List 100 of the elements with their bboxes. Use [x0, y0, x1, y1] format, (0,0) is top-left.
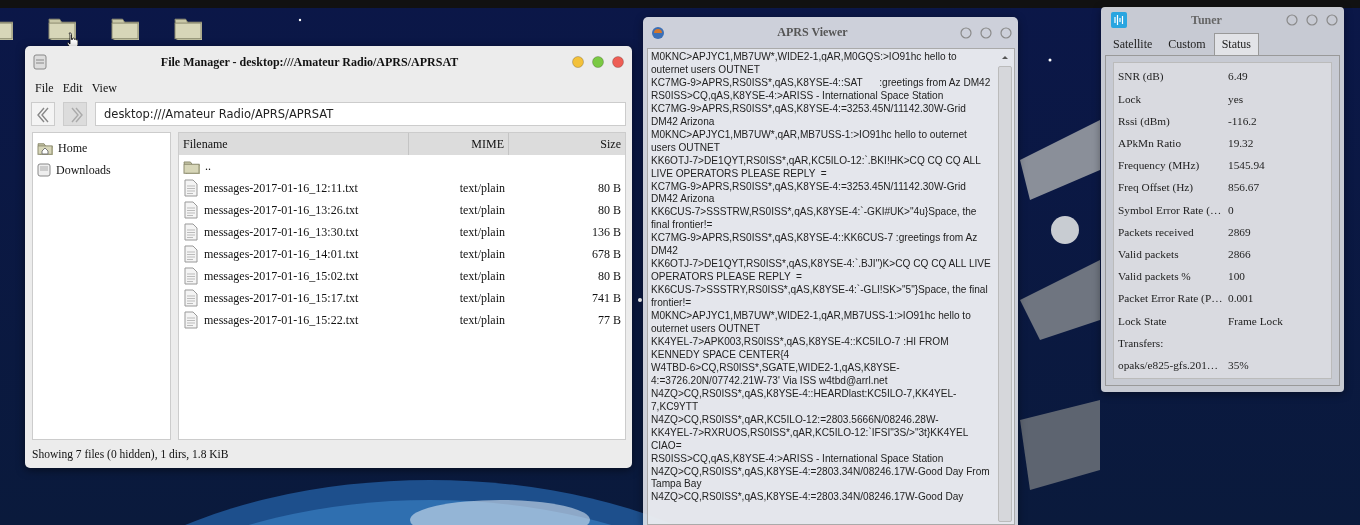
file-icon: [183, 311, 199, 329]
file-icon: [183, 245, 199, 263]
message-line: RS0ISS>CQ,qAS,K8YSE-4:>ARISS - International Space Station: [651, 452, 945, 466]
message-line: KC7MG-9>APRS,RS0ISS*,qAS,K8YSE-4:=3253.45N/11142.30W-Grid DM42 Arizona: [651, 180, 967, 206]
message-line: N4ZQ>CQ,RS0ISS*,qAS,K8YSE-4::HEARDlast:KC5ILO-7,KK4YEL-7,KC9YTT: [651, 387, 958, 414]
mime-type: text/plain: [458, 312, 506, 328]
mime-type: text/plain: [458, 224, 506, 240]
message-line: KK4YEL-7>RXRUOS,RS0ISS*,qAR,KC5ILO-12:`IFSI"3S/>"3t}KK4YEL CIAO=: [651, 426, 970, 453]
field-value: 856.67: [1228, 181, 1261, 194]
menu-item[interactable]: View: [91, 80, 117, 96]
sidebar-item[interactable]: Home: [58, 140, 88, 156]
field-label: APkMn Ratio: [1118, 137, 1183, 150]
mime-type: text/plain: [458, 290, 506, 306]
file-size: 77 B: [597, 312, 622, 328]
app-icon: [33, 54, 47, 70]
file-name[interactable]: ..: [205, 158, 211, 174]
message-line: M0KNC>APJYC1,MB7UW*,WIDE2-1,qAR,MB7USS-1:>IO91hc hello to outernet users OUTNET: [651, 310, 972, 336]
message-line: N4ZQ>CQ,RS0ISS*,qAS,K8YSE-4:=2803.34N/08246.17W-Good Day: [651, 491, 965, 505]
file-name[interactable]: messages-2017-01-16_12:11.txt: [204, 180, 358, 196]
window-title: APRS Viewer: [776, 25, 849, 40]
field-value: 2869: [1228, 225, 1252, 238]
back-button[interactable]: [31, 102, 55, 126]
close-button[interactable]: [1326, 14, 1338, 27]
field-label: Transfers:: [1118, 336, 1165, 349]
file-icon: [183, 223, 199, 241]
tab[interactable]: Satellite: [1105, 33, 1161, 56]
message-line: KK4YEL-7>APK003,RS0ISS*,qAS,K8YSE-4::KC5ILO-7 :HI FROM KENNEDY SPACE CENTER{4: [651, 335, 950, 362]
message-line: M0KNC>APJYC1,MB7UW*,qAR,MB7USS-1:>IO91hc hello to outernet users OUTNET: [651, 128, 968, 155]
folder-icon: [183, 158, 200, 174]
message-line: RS0ISS>CQ,qAS,K8YSE-4:>ARISS - International Space Station: [651, 89, 945, 103]
file-icon: [183, 179, 199, 197]
message-line: M0KNC>APJYC1,MB7UW*,WIDE2-1,qAR,M0GQS:>IO91hc hello to outernet users OUTNET: [651, 51, 958, 77]
field-label: SNR (dB): [1118, 70, 1165, 83]
field-value: 0: [1228, 203, 1235, 216]
message-line: W4TBD-6>CQ,RS0ISS*,SGATE,WIDE2-1,qAS,K8YSE-4:=3726.20N/07742.21W-73' Via ISS w4tbd@arrl.net: [651, 361, 901, 388]
field-value: 0.001: [1228, 292, 1255, 305]
message-line: N4ZQ>CQ,RS0ISS*,qAS,K8YSE-4:=2803.34N/08246.17W-Good Day From Tampa Bay: [651, 465, 991, 492]
field-value: 6.49: [1228, 70, 1249, 83]
file-name[interactable]: messages-2017-01-16_15:17.txt: [204, 290, 359, 306]
field-label: Frequency (MHz): [1118, 159, 1201, 172]
mime-type: text/plain: [458, 180, 506, 196]
message-line: KK6CUS-7>SSSTRY,RS0ISS*,qAS,K8YSE-4:`-GLI!SK>"5"}Space, the final frontier!=: [651, 284, 989, 311]
maximize-button[interactable]: [1306, 14, 1318, 27]
status-text: Showing 7 files (0 hidden), 1 dirs, 1.8 KiB: [31, 447, 230, 463]
message-line: KK6CUS-7>SSSTRW,RS0ISS*,qAS,K8YSE-4:`-GKI#UK>"4u}Space, the final frontier!=: [651, 206, 978, 233]
file-size: 136 B: [591, 224, 622, 240]
file-size: 741 B: [591, 290, 622, 306]
file-icon: [183, 289, 199, 307]
column-header[interactable]: Filename: [179, 133, 409, 155]
field-value: -116.2: [1228, 114, 1258, 127]
minimize-button[interactable]: [960, 26, 972, 39]
mime-type: text/plain: [458, 246, 506, 262]
field-value: 100: [1228, 270, 1246, 283]
message-line: KC7MG-9>APRS,RS0ISS*,qAS,K8YSE-4::SAT :greetings from Az DM42: [651, 76, 992, 90]
tab[interactable]: Custom: [1160, 33, 1214, 56]
home-folder-icon: [37, 141, 53, 155]
file-icon: [183, 201, 199, 219]
app-icon: [651, 25, 665, 40]
field-value: yes: [1228, 92, 1245, 105]
close-button[interactable]: [1000, 26, 1012, 39]
hand-cursor-icon: [66, 32, 78, 48]
mime-type: text/plain: [458, 202, 506, 218]
mime-type: text/plain: [458, 268, 506, 284]
field-label: Symbol Error Rate (…: [1118, 203, 1223, 216]
sidebar-item[interactable]: Downloads: [56, 162, 111, 178]
window-title: File Manager - desktop:///Amateur Radio/APRS/APRSAT: [159, 54, 460, 70]
field-label: Rssi (dBm): [1118, 114, 1171, 127]
message-line: KC7MG-9>APRS,RS0ISS*,qAS,K8YSE-4::KK6CUS-7 :greetings from Az DM42: [651, 232, 979, 258]
column-header[interactable]: MIME: [409, 133, 509, 155]
message-line: KK6OTJ-7>DE1QYT,RS0ISS*,qAR,KC5ILO-12:`.BKI!HK>CQ CQ CQ ALL LIVE OPERATORS PLEASE REPLY =: [651, 154, 982, 181]
file-size: 80 B: [597, 202, 622, 218]
file-name[interactable]: messages-2017-01-16_15:02.txt: [204, 268, 359, 284]
field-label: Packet Error Rate (P…: [1118, 292, 1224, 305]
file-name[interactable]: messages-2017-01-16_13:26.txt: [204, 202, 359, 218]
window-title: Tuner: [1190, 12, 1223, 28]
message-line: KC7MG-9>APRS,RS0ISS*,qAS,K8YSE-4:=3253.45N/11142.30W-Grid DM42 Arizona: [651, 102, 967, 129]
message-line: N4ZQ>CQ,RS0ISS*,qAR,KC5ILO-12:=2803.5666N/08246.28W-: [651, 413, 940, 427]
file-size: 678 B: [591, 246, 622, 262]
menu-item[interactable]: File: [35, 80, 54, 96]
file-size: 80 B: [597, 268, 622, 284]
field-value: Frame Lock: [1228, 314, 1284, 327]
file-name[interactable]: messages-2017-01-16_15:22.txt: [204, 312, 359, 328]
menu-item[interactable]: Edit: [62, 80, 83, 96]
address-field[interactable]: desktop:///Amateur Radio/APRS/APRSAT: [95, 102, 626, 126]
minimize-button[interactable]: [1286, 14, 1298, 27]
field-label: opaks/e825-gfs.201…: [1118, 358, 1220, 371]
field-label: Packets received: [1118, 225, 1195, 238]
tab[interactable]: Status: [1213, 33, 1259, 56]
field-value: 19.32: [1228, 137, 1255, 150]
file-name[interactable]: messages-2017-01-16_13:30.txt: [204, 224, 359, 240]
maximize-button[interactable]: [980, 26, 992, 39]
field-label: Lock: [1118, 92, 1143, 105]
file-name[interactable]: messages-2017-01-16_14:01.txt: [204, 246, 359, 262]
drive-icon: [37, 163, 51, 177]
field-value: 1545.94: [1228, 159, 1266, 172]
message-line: KK6OTJ-7>DE1QYT,RS0ISS*,qAS,K8YSE-4:`.BJI")K>CQ CQ CQ ALL LIVE OPERATORS PLEASE REPLY =: [651, 258, 992, 284]
column-header[interactable]: Size: [509, 133, 625, 155]
file-size: 80 B: [597, 180, 622, 196]
field-label: Lock State: [1118, 314, 1168, 327]
app-icon: [1111, 12, 1127, 29]
